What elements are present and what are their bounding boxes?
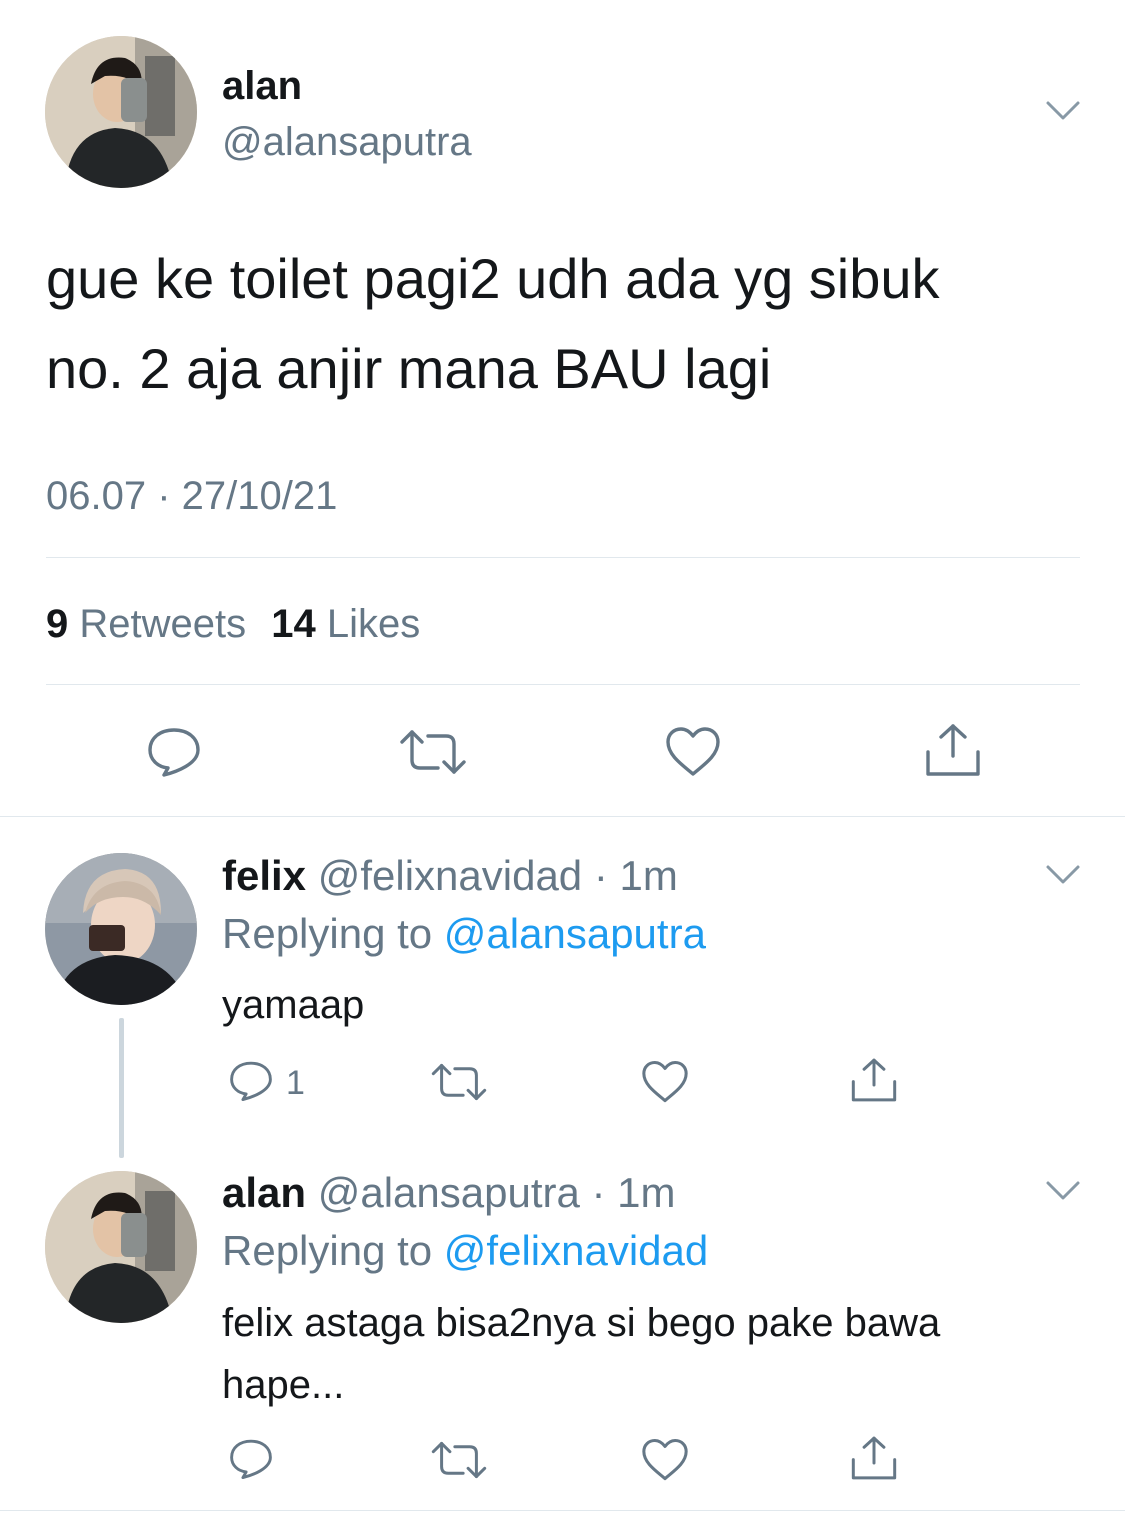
reply-icon[interactable] <box>228 1060 274 1102</box>
replying-to-handle[interactable]: @felixnavidad <box>444 1227 708 1274</box>
reply-text: yamaap <box>222 983 365 1027</box>
divider <box>0 816 1125 817</box>
replying-to-label: Replying to <box>222 910 433 957</box>
share-icon[interactable] <box>850 1434 898 1482</box>
reply-author-name[interactable]: alan <box>222 1169 306 1216</box>
reply-avatar[interactable] <box>45 1171 197 1323</box>
reply-icon[interactable] <box>146 726 202 778</box>
share-icon[interactable] <box>924 722 982 778</box>
replying-to: Replying to @felixnavidad <box>222 1227 708 1275</box>
likes-count[interactable]: 14 <box>271 602 316 646</box>
reply-author-handle[interactable]: @alansaputra <box>318 1169 580 1216</box>
tweet-stats: 9 Retweets 14 Likes <box>46 602 420 647</box>
tweet-timestamp[interactable]: 06.07 · 27/10/21 <box>46 474 337 519</box>
author-name[interactable]: alan <box>222 64 302 109</box>
author-avatar[interactable] <box>45 36 197 188</box>
like-icon[interactable] <box>664 726 722 778</box>
tweet-text-line-1: gue ke toilet pagi2 udh ada yg sibuk <box>46 247 940 310</box>
retweets-label[interactable]: Retweets <box>79 602 246 646</box>
reply-count: 1 <box>286 1064 305 1102</box>
chevron-down-icon[interactable] <box>1045 864 1081 886</box>
author-handle[interactable]: @alansaputra <box>222 120 472 165</box>
divider <box>0 1510 1125 1511</box>
divider <box>46 684 1080 685</box>
replying-to-label: Replying to <box>222 1227 433 1274</box>
retweet-icon[interactable] <box>430 1440 488 1480</box>
reply-avatar[interactable] <box>45 853 197 1005</box>
reply-text-line-2: hape... <box>222 1363 345 1407</box>
retweets-count[interactable]: 9 <box>46 602 68 646</box>
retweet-icon[interactable] <box>398 728 468 776</box>
tweet-text-line-2: no. 2 aja anjir mana BAU lagi <box>46 337 772 400</box>
share-icon[interactable] <box>850 1056 898 1104</box>
chevron-down-icon[interactable] <box>1045 1180 1081 1202</box>
reply-header: alan @alansaputra · 1m <box>222 1169 676 1217</box>
divider <box>46 557 1080 558</box>
reply-author-handle[interactable]: @felixnavidad <box>318 852 582 899</box>
reply-author-name[interactable]: felix <box>222 852 306 899</box>
thread-line <box>119 1018 124 1158</box>
chevron-down-icon[interactable] <box>1045 100 1081 122</box>
replying-to: Replying to @alansaputra <box>222 910 706 958</box>
reply-text-line-1: felix astaga bisa2nya si bego pake bawa <box>222 1301 941 1345</box>
like-icon[interactable] <box>640 1060 690 1104</box>
retweet-icon[interactable] <box>430 1062 488 1102</box>
reply-time: · 1m <box>591 1169 676 1216</box>
reply-time: · 1m <box>593 852 678 899</box>
likes-label[interactable]: Likes <box>327 602 420 646</box>
reply-icon[interactable] <box>228 1438 274 1480</box>
reply-header: felix @felixnavidad · 1m <box>222 852 678 900</box>
replying-to-handle[interactable]: @alansaputra <box>444 910 706 957</box>
like-icon[interactable] <box>640 1438 690 1482</box>
